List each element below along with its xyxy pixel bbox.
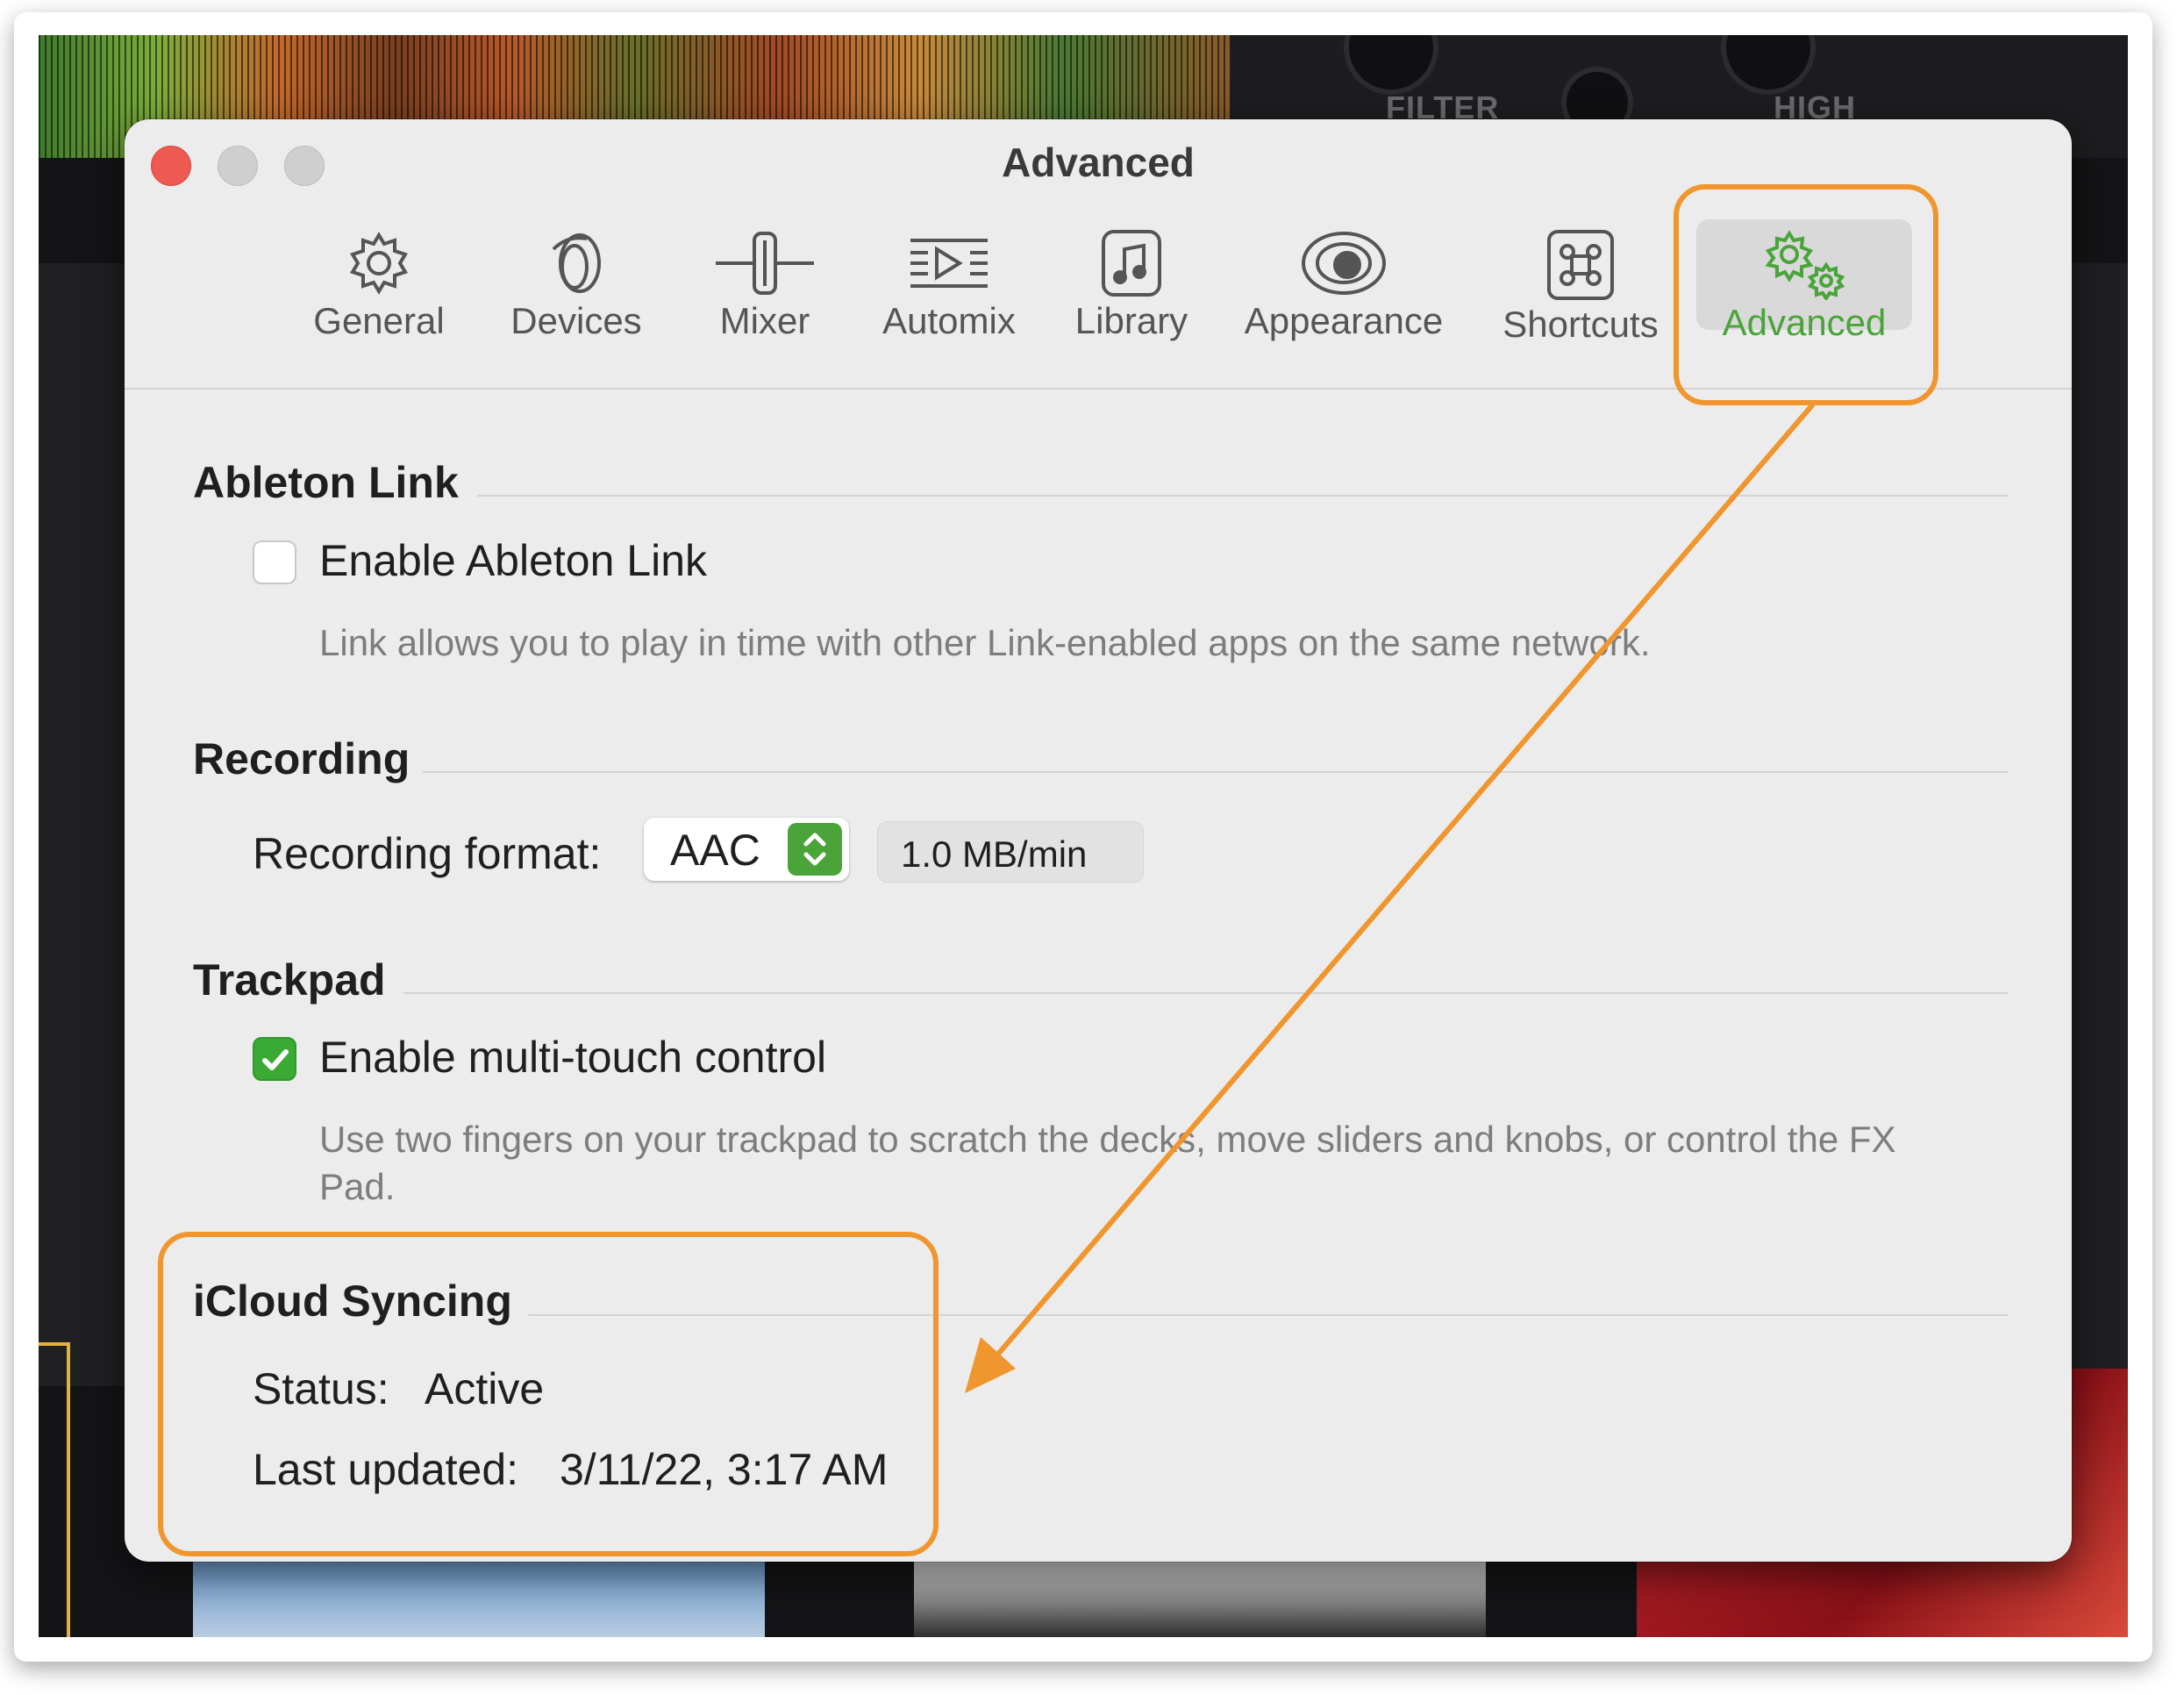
annotation-arrow <box>965 403 1815 1393</box>
